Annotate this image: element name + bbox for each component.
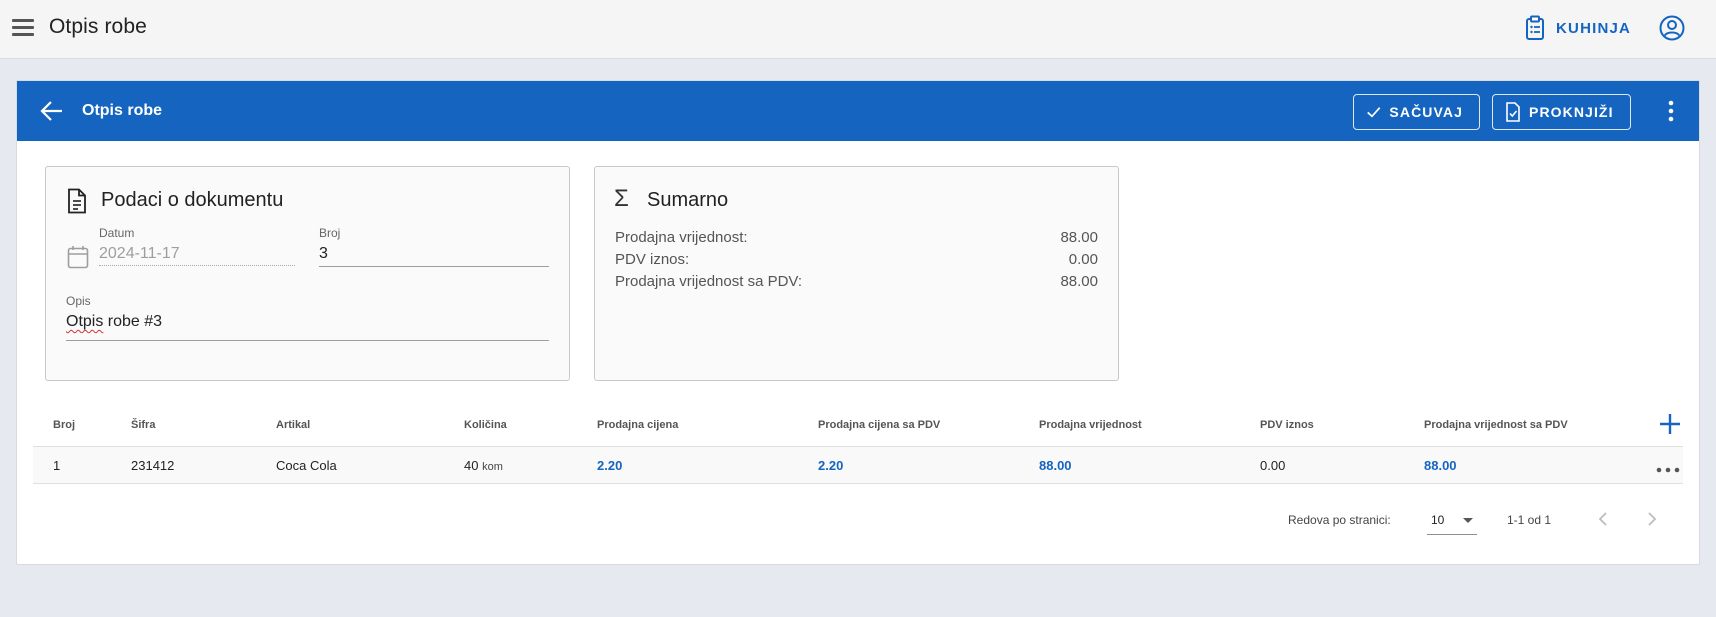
date-underline — [99, 265, 295, 266]
quantity-value: 40 — [464, 458, 479, 473]
more-vertical-icon[interactable] — [1659, 98, 1683, 124]
summary-value: 88.00 — [1060, 229, 1098, 246]
pagination-range: 1-1 od 1 — [1507, 513, 1552, 527]
kitchen-label: KUHINJA — [1556, 19, 1632, 37]
cell-pdv-iznos: 0.00 — [1260, 458, 1286, 473]
number-label: Broj — [319, 226, 341, 240]
toolbar-title: Otpis robe — [82, 102, 163, 119]
menu-icon[interactable] — [10, 15, 36, 41]
card-toolbar: Otpis robe SAČUVAJ PROKNJIŽI — [17, 81, 1699, 141]
rows-per-page-value: 10 — [1431, 513, 1445, 527]
summary-panel-title: Sumarno — [647, 189, 729, 211]
summary-panel: Σ Sumarno Prodajna vrijednost: 88.00 PDV… — [594, 166, 1119, 381]
description-label: Opis — [66, 294, 91, 308]
column-header-prodajna-vrijednost: Prodajna vrijednost — [1039, 419, 1142, 431]
summary-value: 88.00 — [1060, 273, 1098, 290]
rows-per-page-select[interactable]: 10 — [1427, 505, 1477, 535]
document-card: Otpis robe SAČUVAJ PROKNJIŽI Podaci o do… — [16, 80, 1700, 565]
document-icon — [68, 188, 86, 214]
clipboard-list-icon — [1526, 15, 1544, 40]
column-header-kolicina: Količina — [464, 419, 507, 431]
cell-prodajna-vrijednost-pdv[interactable]: 88.00 — [1424, 458, 1457, 473]
more-horizontal-icon[interactable] — [1655, 461, 1681, 473]
column-header-prodajna-cijena: Prodajna cijena — [597, 419, 679, 431]
quantity-unit: kom — [482, 461, 503, 473]
column-header-broj: Broj — [53, 419, 75, 431]
column-header-pdv-iznos: PDV iznos — [1260, 419, 1314, 431]
caret-down-icon — [1463, 518, 1473, 523]
summary-label: PDV iznos: — [615, 251, 690, 268]
summary-row-sales-value-vat: Prodajna vrijednost sa PDV: 88.00 — [615, 273, 1098, 295]
save-button[interactable]: SAČUVAJ — [1353, 94, 1480, 130]
description-text: robe #3 — [103, 313, 163, 330]
date-field: 2024-11-17 — [99, 245, 180, 262]
document-panel-title: Podaci o dokumentu — [101, 189, 284, 211]
column-header-prodajna-vrijednost-pdv: Prodajna vrijednost sa PDV — [1424, 419, 1568, 431]
number-field[interactable]: 3 — [319, 245, 328, 263]
cell-prodajna-cijena[interactable]: 2.20 — [597, 458, 622, 473]
cell-sifra: 231412 — [131, 458, 175, 473]
app-bar: Otpis robe KUHINJA — [0, 0, 1716, 59]
check-icon — [1367, 107, 1381, 118]
save-label: SAČUVAJ — [1389, 104, 1463, 120]
rows-per-page-label: Redova po stranici: — [1288, 513, 1391, 527]
number-underline — [319, 266, 549, 267]
chevron-right-icon[interactable] — [1642, 509, 1662, 529]
column-header-prodajna-cijena-pdv: Prodajna cijena sa PDV — [818, 419, 941, 431]
summary-label: Prodajna vrijednost sa PDV: — [615, 273, 803, 290]
description-misspelled-word: Otpis — [66, 313, 104, 330]
post-button[interactable]: PROKNJIŽI — [1492, 94, 1631, 130]
chevron-left-icon[interactable] — [1593, 509, 1613, 529]
date-label: Datum — [99, 226, 135, 240]
kitchen-button[interactable]: KUHINJA — [1525, 11, 1639, 45]
post-label: PROKNJIŽI — [1529, 104, 1614, 120]
column-header-artikal: Artikal — [276, 419, 311, 431]
add-row-plus-icon[interactable] — [1657, 411, 1683, 437]
sigma-icon: Σ — [614, 185, 629, 212]
description-underline — [66, 340, 549, 341]
arrow-back-icon[interactable] — [39, 98, 65, 124]
cell-kolicina: 40 kom — [464, 458, 503, 473]
summary-row-vat: PDV iznos: 0.00 — [615, 251, 1098, 273]
cell-broj: 1 — [53, 458, 61, 473]
page-title: Otpis robe — [49, 15, 147, 38]
description-field[interactable]: Otpis robe #3 — [66, 313, 549, 335]
summary-label: Prodajna vrijednost: — [615, 229, 748, 246]
calendar-icon — [67, 246, 89, 269]
table-row[interactable]: 1 231412 Coca Cola 40 kom 2.20 2.20 88.0… — [33, 447, 1683, 484]
cell-artikal: Coca Cola — [276, 458, 337, 473]
document-check-icon — [1506, 102, 1520, 122]
cell-prodajna-cijena-pdv[interactable]: 2.20 — [818, 458, 843, 473]
account-circle-icon[interactable] — [1658, 14, 1686, 42]
column-header-sifra: Šifra — [131, 419, 156, 431]
summary-row-sales-value: Prodajna vrijednost: 88.00 — [615, 229, 1098, 251]
table-header: Broj Šifra Artikal Količina Prodajna cij… — [33, 401, 1683, 447]
document-details-panel: Podaci o dokumentu Datum 2024-11-17 Broj… — [45, 166, 570, 381]
summary-value: 0.00 — [1068, 251, 1098, 268]
cell-prodajna-vrijednost[interactable]: 88.00 — [1039, 458, 1072, 473]
